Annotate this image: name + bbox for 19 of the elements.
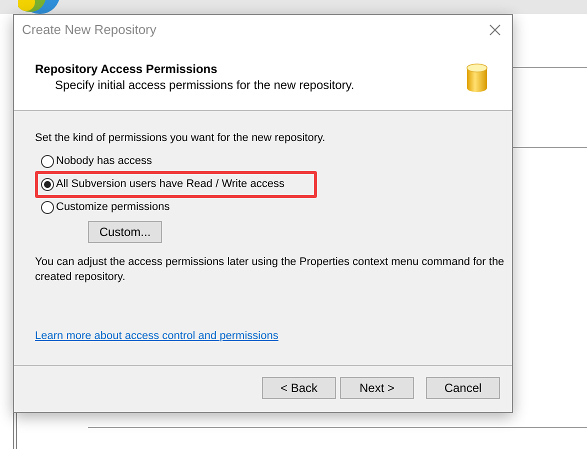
header-subtitle: Specify initial access permissions for the new repository. <box>54 77 354 93</box>
radio-option[interactable]: Customize permissions <box>41 199 170 216</box>
close-button[interactable] <box>488 23 502 37</box>
header-title: Repository Access Permissions <box>35 62 218 77</box>
radio-button[interactable] <box>41 201 54 214</box>
database-icon <box>466 62 488 92</box>
radio-option[interactable]: Nobody has access <box>41 153 152 170</box>
window-title: Create New Repository <box>22 21 156 40</box>
help-link[interactable]: Learn more about access control and permissions <box>35 329 278 344</box>
custom-button[interactable]: Custom... <box>88 221 162 243</box>
dialog-button[interactable]: < Back <box>262 377 336 399</box>
dialog-button[interactable]: Next > <box>340 377 414 399</box>
dialog-button[interactable]: Cancel <box>426 377 500 399</box>
radio-option[interactable]: All Subversion users have Read / Write access <box>41 176 284 193</box>
close-icon <box>489 24 501 36</box>
prompt-text: Set the kind of permissions you want for the new repository. <box>35 131 326 146</box>
radio-button[interactable] <box>41 155 54 168</box>
note-text: You can adjust the access permissions later using the Properties context menu command for the created repository. <box>35 255 505 285</box>
radio-button[interactable] <box>41 178 54 191</box>
